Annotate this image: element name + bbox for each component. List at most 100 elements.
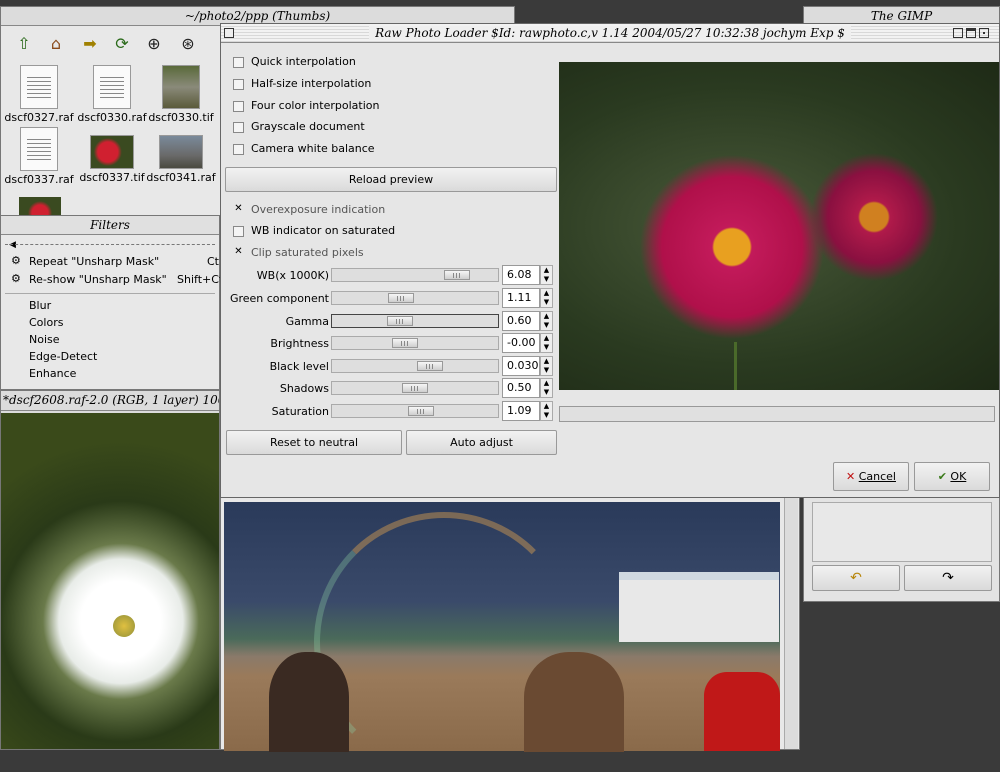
thumb-item[interactable]: dscf0327.raf (3, 65, 75, 124)
gimp-title: The GIMP (870, 9, 933, 23)
window-menu-icon[interactable] (224, 28, 234, 38)
menu-item-repeat[interactable]: Repeat "Unsharp Mask" (29, 255, 159, 268)
flower-stem (734, 342, 737, 390)
half-size-label: Half-size interpolation (251, 77, 372, 90)
filters-title: Filters (90, 218, 130, 232)
gimp-panel (812, 502, 992, 562)
filters-titlebar[interactable]: Filters (1, 216, 219, 235)
refresh-icon[interactable]: ⟳ (111, 33, 133, 55)
wb-indicator-checkbox[interactable] (233, 226, 244, 237)
beach-rainbow-image (224, 502, 780, 772)
preview-image (559, 62, 999, 390)
menu-item-enhance[interactable]: Enhance (29, 367, 76, 380)
green-slider[interactable] (331, 291, 499, 305)
menu-item-noise[interactable]: Noise (29, 333, 60, 346)
undo-button[interactable]: ↶ (812, 565, 900, 591)
image-window-title: *dscf2608.raf-2.0 (RGB, 1 layer) 100 (3, 393, 219, 407)
thumb-item[interactable]: dscf0330.raf (76, 65, 148, 124)
shadows-slider-label: Shadows (279, 382, 329, 395)
grayscale-checkbox[interactable] (233, 122, 244, 133)
thumb-item[interactable]: dscf0341.raf (145, 127, 217, 184)
up-arrow-icon[interactable]: ⇧ (13, 33, 35, 55)
wb-spin-arrows[interactable]: ▲ ▼ (540, 265, 553, 285)
menu-separator (5, 293, 215, 294)
tearoff-line[interactable] (5, 244, 215, 245)
four-color-checkbox[interactable] (233, 101, 244, 112)
checkmark-icon: ✔ (937, 470, 947, 483)
black-level-slider[interactable] (331, 359, 499, 373)
close-icon[interactable] (979, 28, 989, 38)
image-window-titlebar[interactable]: *dscf2608.raf-2.0 (RGB, 1 layer) 100 (1, 391, 219, 411)
overexposure-label: Overexposure indication (251, 203, 386, 216)
shadows-slider[interactable] (331, 381, 499, 395)
tearoff-arrow-icon[interactable]: ◀ (9, 240, 16, 250)
dialog-titlebar[interactable]: Raw Photo Loader $Id: rawphoto.c,v 1.14 … (221, 24, 999, 43)
minimize-icon[interactable] (953, 28, 963, 38)
thumbs-title: ~/photo2/ppp (Thumbs) (184, 9, 331, 23)
shadows-spin-arrows[interactable]: ▲ ▼ (540, 378, 553, 398)
brightness-value[interactable]: -0.00 (502, 333, 540, 353)
menu-item-reshow[interactable]: Re-show "Unsharp Mask" (29, 273, 167, 286)
go-icon[interactable]: ➡ (79, 33, 101, 55)
beach-image-window (220, 495, 800, 772)
reset-to-neutral-button[interactable]: Reset to neutral (226, 430, 402, 455)
flower-thumbnail (90, 135, 134, 169)
beach-building (619, 572, 779, 642)
black-level-slider-label: Black level (269, 360, 329, 373)
reshow-icon: ⚙ (11, 272, 21, 285)
wb-indicator-label: WB indicator on saturated (251, 224, 396, 237)
black-level-value[interactable]: 0.030 (502, 356, 540, 376)
person-head (524, 652, 624, 752)
thumb-item[interactable]: dscf0330.tif (145, 65, 217, 124)
person-red-shirt (704, 672, 780, 751)
brightness-slider-label: Brightness (270, 337, 329, 350)
menu-item-colors[interactable]: Colors (29, 316, 63, 329)
half-size-checkbox[interactable] (233, 79, 244, 90)
shortcut-reshow: Shift+Ct (177, 273, 224, 286)
saturation-slider[interactable] (331, 404, 499, 418)
gamma-value[interactable]: 0.60 (502, 311, 540, 331)
zoom-fit-icon[interactable]: ⊛ (177, 33, 199, 55)
green-value[interactable]: 1.11 (502, 288, 540, 308)
wb-slider[interactable] (331, 268, 499, 282)
menu-item-edge-detect[interactable]: Edge-Detect (29, 350, 97, 363)
clip-saturated-checkbox[interactable]: ✕ (233, 247, 244, 258)
zoom-in-icon[interactable]: ⊕ (143, 33, 165, 55)
green-spin-arrows[interactable]: ▲ ▼ (540, 288, 553, 308)
pink-flower (637, 152, 827, 342)
reload-preview-button[interactable]: Reload preview (225, 167, 557, 192)
cancel-icon: ✕ (846, 470, 856, 483)
brightness-slider[interactable] (331, 336, 499, 350)
home-icon[interactable]: ⌂ (45, 33, 67, 55)
grayscale-label: Grayscale document (251, 120, 365, 133)
vertical-scrollbar[interactable] (784, 496, 798, 749)
thumb-item[interactable]: dscf0337.raf (3, 127, 75, 186)
maximize-icon[interactable] (966, 28, 976, 38)
gamma-spin-arrows[interactable]: ▲ ▼ (540, 311, 553, 331)
shadows-value[interactable]: 0.50 (502, 378, 540, 398)
image-window: *dscf2608.raf-2.0 (RGB, 1 layer) 100 (0, 390, 220, 750)
saturation-spin-arrows[interactable]: ▲ ▼ (540, 401, 553, 421)
saturation-slider-label: Saturation (271, 405, 329, 418)
redo-button[interactable]: ↷ (904, 565, 992, 591)
pink-flower-background (809, 152, 939, 282)
flower-thumbnail-partial (19, 197, 61, 217)
overexposure-checkbox[interactable]: ✕ (233, 204, 244, 215)
white-flower-image (1, 413, 219, 749)
ok-button[interactable]: ✔ OK (914, 462, 990, 491)
person-head (269, 652, 349, 752)
shortcut-repeat: Ct (207, 255, 219, 268)
black-level-spin-arrows[interactable]: ▲ ▼ (540, 356, 553, 376)
cancel-button[interactable]: ✕ Cancel (833, 462, 909, 491)
camera-wb-checkbox[interactable] (233, 144, 244, 155)
saturation-value[interactable]: 1.09 (502, 401, 540, 421)
thumb-item[interactable]: dscf0337.tif (76, 127, 148, 184)
brightness-spin-arrows[interactable]: ▲ ▼ (540, 333, 553, 353)
menu-item-blur[interactable]: Blur (29, 299, 51, 312)
four-color-label: Four color interpolation (251, 99, 380, 112)
document-icon (93, 65, 131, 109)
gamma-slider[interactable] (331, 314, 499, 328)
wb-value[interactable]: 6.08 (502, 265, 540, 285)
auto-adjust-button[interactable]: Auto adjust (406, 430, 557, 455)
quick-interpolation-checkbox[interactable] (233, 57, 244, 68)
